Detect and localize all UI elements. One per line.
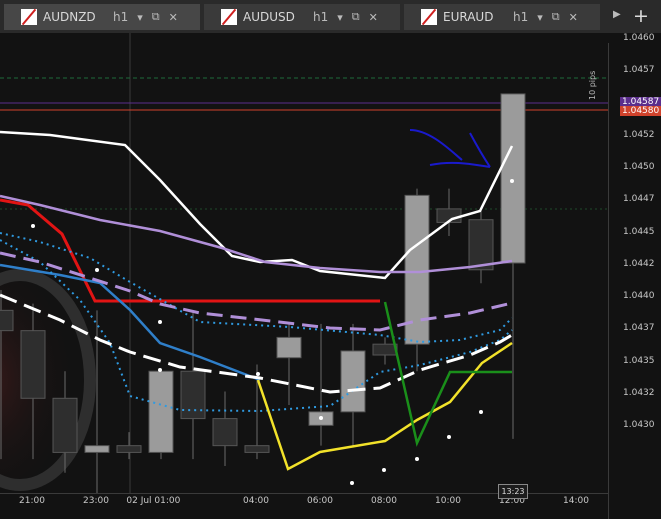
candle-body[interactable]: [20, 330, 46, 399]
fractal-dot: [415, 457, 419, 461]
tab-symbol: AUDUSD: [243, 10, 295, 24]
candle-body[interactable]: [180, 370, 206, 420]
candle-body[interactable]: [340, 350, 366, 413]
price-tick-label: 1.0440: [623, 291, 655, 301]
symbol-flag-icon: [421, 9, 437, 25]
price-chart[interactable]: [0, 33, 608, 493]
price-tick-label: 1.0457: [623, 65, 655, 76]
price-tick-label: 1.0435: [623, 355, 655, 366]
fractal-dot: [447, 435, 451, 439]
price-axis[interactable]: 1.04601.04571.04551.04521.04501.04471.04…: [608, 33, 661, 519]
time-tick-label: 23:00: [83, 496, 109, 506]
detach-icon[interactable]: ⧉: [552, 10, 560, 24]
timeframe-chevron-icon[interactable]: ▾: [537, 11, 543, 24]
candle-body[interactable]: [276, 336, 302, 359]
candle-body[interactable]: [0, 309, 14, 332]
tab-symbol: EURAUD: [443, 10, 494, 24]
time-tick-label: 10:00: [435, 496, 461, 506]
axis-divider: [608, 43, 609, 519]
candle-body[interactable]: [84, 445, 110, 453]
tab-euraud[interactable]: EURAUD h1 ▾ ⧉ ✕: [404, 4, 600, 30]
symbol-flag-icon: [221, 9, 237, 25]
symbol-flag-icon: [21, 9, 37, 25]
candle-body[interactable]: [52, 397, 78, 453]
tab-timeframe[interactable]: h1: [513, 10, 528, 24]
price-tick-label: 1.0452: [623, 129, 655, 140]
pip-measure-label: 10 pips: [588, 70, 597, 100]
tab-audusd[interactable]: AUDUSD h1 ▾ ⧉ ✕: [204, 4, 400, 30]
tab-audnzd[interactable]: AUDNZD h1 ▾ ⧉ ✕: [4, 4, 200, 30]
candle-body[interactable]: [468, 219, 494, 271]
fractal-dot: [95, 268, 99, 272]
time-tick-label: 06:00: [307, 496, 333, 506]
price-tick-label: 1.0442: [623, 258, 655, 269]
tab-timeframe[interactable]: h1: [113, 10, 128, 24]
timeframe-chevron-icon[interactable]: ▾: [337, 11, 343, 24]
price-tick-label: 1.0450: [623, 162, 655, 172]
tab-symbol: AUDNZD: [43, 10, 96, 24]
candle-body[interactable]: [244, 445, 270, 453]
candle-body[interactable]: [116, 445, 142, 453]
time-tick-label: 14:00: [563, 496, 589, 506]
fractal-dot: [350, 481, 354, 485]
time-tick-label: 04:00: [243, 496, 269, 506]
add-tab-icon[interactable]: +: [633, 5, 649, 27]
time-tick-label: 21:00: [19, 496, 45, 506]
price-tick-label: 1.0447: [623, 194, 655, 205]
fractal-dot: [382, 468, 386, 472]
scroll-tabs-icon[interactable]: ▶: [613, 9, 621, 20]
timeframe-chevron-icon[interactable]: ▾: [137, 11, 143, 24]
fractal-dot: [31, 224, 35, 228]
fractal-dot: [479, 410, 483, 414]
price-tick-label: 1.0460: [623, 33, 655, 43]
price-tick-label: 1.0445: [623, 226, 655, 237]
time-tick-label: 08:00: [371, 496, 397, 506]
fractal-dot: [158, 320, 162, 324]
price-tick-label: 1.0430: [623, 420, 655, 430]
detach-icon[interactable]: ⧉: [352, 10, 360, 24]
price-tag-current: 1.04580: [620, 106, 661, 116]
price-tick-label: 1.0437: [623, 323, 655, 334]
price-tick-label: 1.0432: [623, 387, 655, 398]
time-tick-label: 02 Jul 01:00: [126, 496, 181, 506]
close-icon[interactable]: ✕: [369, 11, 378, 24]
fractal-dot: [319, 416, 323, 420]
candle-body[interactable]: [212, 418, 238, 447]
tab-bar: AUDNZD h1 ▾ ⧉ ✕ AUDUSD h1 ▾ ⧉ ✕ EURAUD h…: [0, 0, 661, 33]
tab-timeframe[interactable]: h1: [313, 10, 328, 24]
candle-body[interactable]: [500, 93, 526, 264]
candle-body[interactable]: [148, 370, 174, 453]
fractal-dot: [510, 179, 514, 183]
candle-body[interactable]: [372, 343, 398, 356]
detach-icon[interactable]: ⧉: [152, 10, 160, 24]
fractal-dot: [158, 368, 162, 372]
fractal-dot: [256, 372, 260, 376]
close-icon[interactable]: ✕: [569, 11, 578, 24]
crosshair-time-label: 13:23: [498, 484, 528, 499]
close-icon[interactable]: ✕: [169, 11, 178, 24]
